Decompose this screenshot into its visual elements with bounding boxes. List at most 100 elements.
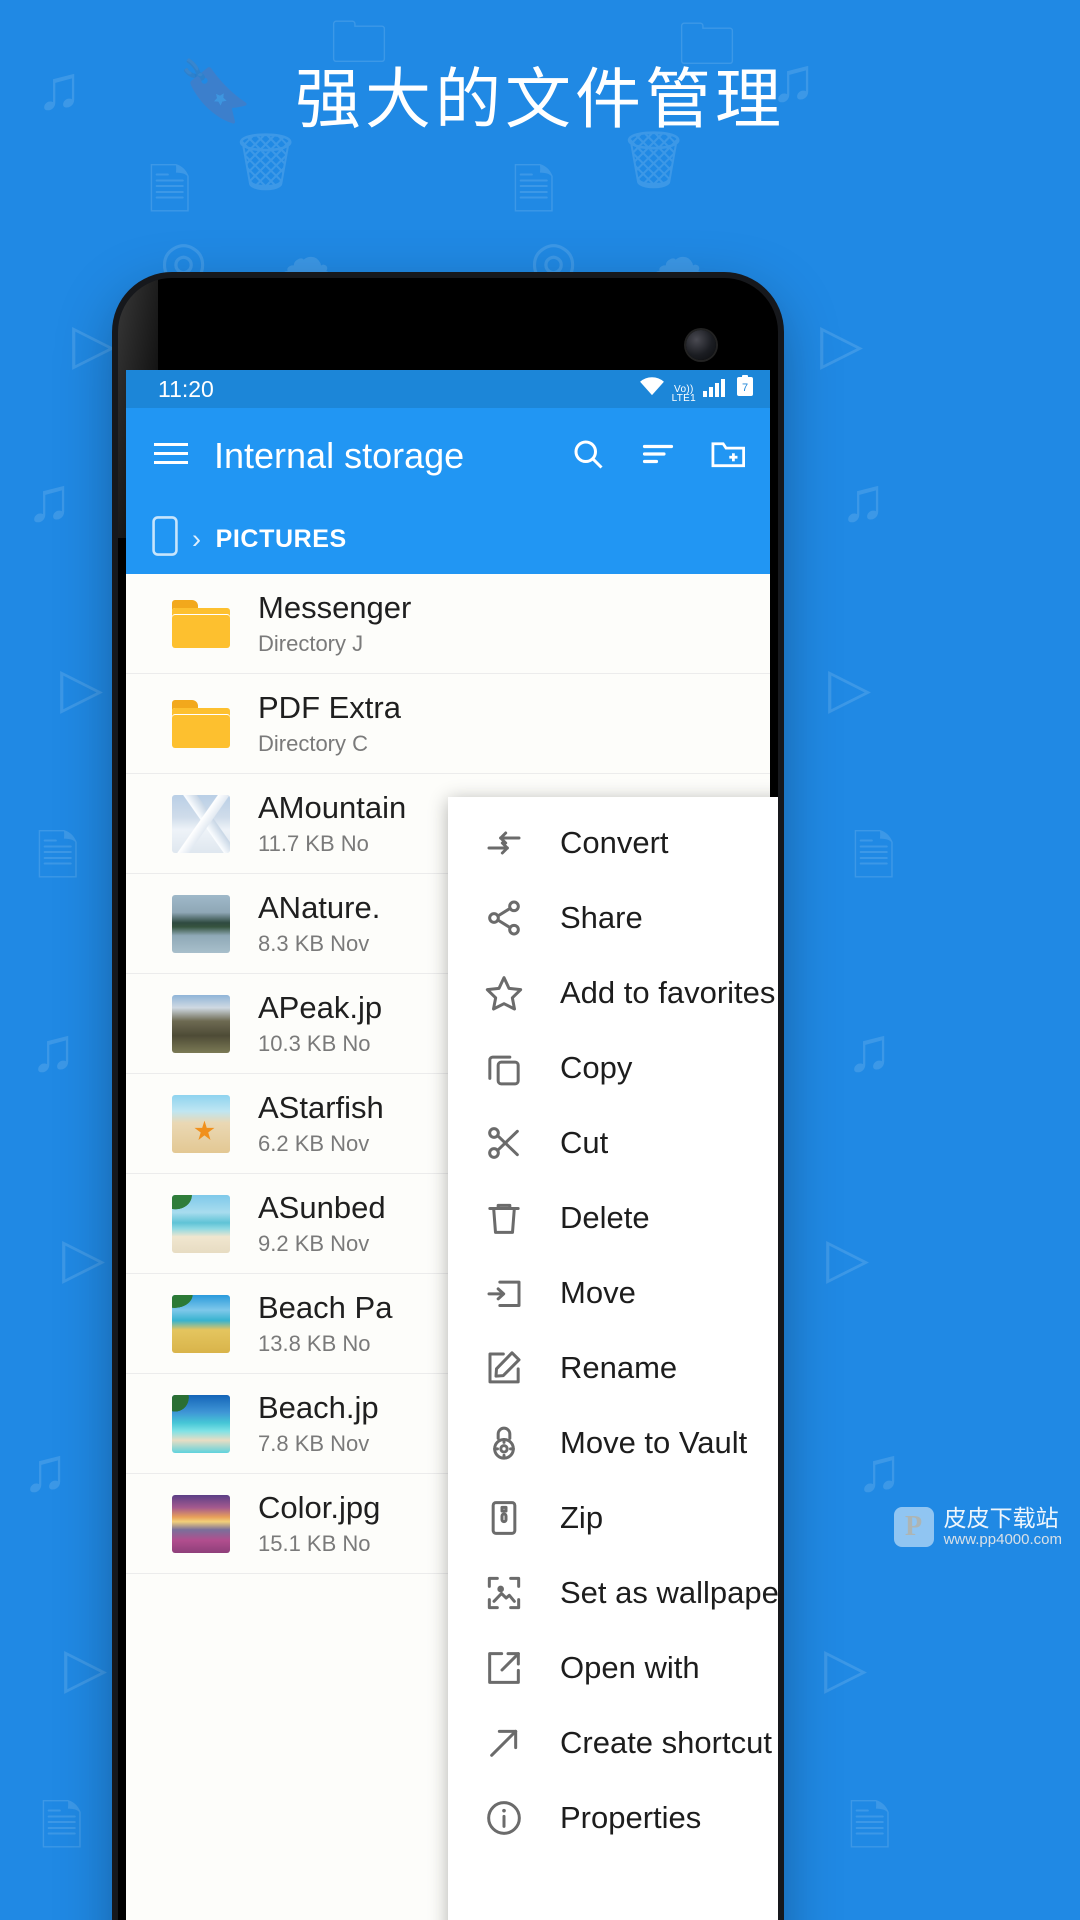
- app-bar-actions: [570, 436, 748, 477]
- menu-item-label: Add to favorites: [560, 974, 776, 1010]
- file-row[interactable]: PDF Extra Directory C: [126, 674, 770, 774]
- breadcrumb[interactable]: › PICTURES: [126, 504, 770, 574]
- menu-item-label: Delete: [560, 1199, 650, 1235]
- file-info: Messenger Directory J: [258, 590, 411, 657]
- file-meta: 6.2 KB Nov: [258, 1130, 370, 1156]
- decor-doc-icon: 🗎: [512, 161, 556, 221]
- decor-doc-icon: 🗎: [852, 827, 896, 887]
- hamburger-menu-icon[interactable]: [152, 439, 190, 474]
- arrow-up-right-icon: [482, 1721, 526, 1765]
- menu-item-share[interactable]: Share: [448, 880, 778, 955]
- file-meta: 13.8 KB No: [258, 1330, 371, 1356]
- decor-music-icon: ♫: [840, 466, 887, 535]
- decor-doc-icon: 🗎: [848, 1797, 892, 1857]
- menu-item-convert[interactable]: Convert: [448, 805, 778, 880]
- image-thumbnail: [172, 894, 230, 953]
- decor-music-icon: ♫: [30, 1016, 77, 1085]
- menu-item-label: Copy: [560, 1049, 633, 1085]
- menu-item-label: Share: [560, 899, 643, 935]
- file-info: PDF Extra Directory C: [258, 690, 401, 757]
- info-circle-icon: [482, 1796, 526, 1840]
- status-bar: 11:20 Vo)) LTE1 7: [126, 370, 770, 408]
- context-menu[interactable]: Convert Share Add to favorites Copy Cut …: [448, 797, 778, 1920]
- menu-item-move[interactable]: Move: [448, 1255, 778, 1330]
- file-info: Color.jpg 15.1 KB No: [258, 1490, 380, 1557]
- volte-bottom: LTE1: [671, 393, 696, 404]
- decor-play-icon: ▷: [826, 1226, 870, 1289]
- menu-item-copy[interactable]: Copy: [448, 1030, 778, 1105]
- image-thumbnail: [172, 1494, 230, 1553]
- file-meta: Directory C: [258, 730, 369, 756]
- decor-doc-icon: 🗎: [36, 827, 80, 887]
- menu-item-label: Create shortcut: [560, 1724, 772, 1760]
- decor-music-icon: ♫: [846, 1016, 893, 1085]
- decor-doc-icon: 🗎: [40, 1797, 84, 1857]
- decor-trash-icon: 🗑: [230, 130, 302, 193]
- file-meta: 15.1 KB No: [258, 1530, 371, 1556]
- status-time: 11:20: [158, 375, 214, 402]
- file-meta: 10.3 KB No: [258, 1030, 371, 1056]
- decor-music-icon: ♫: [22, 1436, 69, 1505]
- watermark-text: 皮皮下载站 www.pp4000.com: [943, 1505, 1062, 1548]
- sort-icon[interactable]: [640, 436, 676, 477]
- watermark: P 皮皮下载站 www.pp4000.com: [893, 1505, 1062, 1548]
- file-meta: 9.2 KB Nov: [258, 1230, 370, 1256]
- file-name: Beach Pa: [258, 1290, 393, 1326]
- file-info: APeak.jp 10.3 KB No: [258, 990, 382, 1057]
- app-bar: Internal storage: [126, 408, 770, 504]
- file-name: AStarfish: [258, 1090, 384, 1126]
- scissors-icon: [482, 1121, 526, 1165]
- wifi-icon: [639, 376, 665, 403]
- decor-play-icon: ▷: [828, 656, 872, 719]
- file-info: Beach Pa 13.8 KB No: [258, 1290, 392, 1357]
- new-folder-icon[interactable]: [710, 437, 748, 476]
- menu-item-set-as-wallpaper[interactable]: Set as wallpaper: [448, 1555, 778, 1630]
- menu-item-rename[interactable]: Rename: [448, 1330, 778, 1405]
- copy-icon: [482, 1046, 526, 1090]
- file-meta: 11.7 KB No: [258, 830, 369, 856]
- menu-item-cut[interactable]: Cut: [448, 1105, 778, 1180]
- lock-vault-icon: [482, 1421, 526, 1465]
- trash-icon: [482, 1196, 526, 1240]
- file-meta: 8.3 KB Nov: [258, 930, 370, 956]
- file-info: AStarfish 6.2 KB Nov: [258, 1090, 384, 1157]
- menu-item-create-shortcut[interactable]: Create shortcut: [448, 1705, 778, 1780]
- menu-item-label: Rename: [560, 1349, 678, 1385]
- decor-play-icon: ▷: [64, 1636, 108, 1699]
- file-row[interactable]: Messenger Directory J: [126, 574, 770, 674]
- menu-item-add-to-favorites[interactable]: Add to favorites: [448, 955, 778, 1030]
- menu-item-zip[interactable]: Zip: [448, 1480, 778, 1555]
- menu-item-properties[interactable]: Properties: [448, 1780, 778, 1855]
- menu-item-label: Properties: [560, 1799, 702, 1835]
- pencil-edit-icon: [482, 1346, 526, 1390]
- image-thumbnail: [172, 1394, 230, 1453]
- image-thumbnail: [172, 994, 230, 1053]
- svg-text:7: 7: [742, 382, 748, 394]
- menu-item-label: Move: [560, 1274, 636, 1310]
- menu-item-label: Zip: [560, 1499, 604, 1535]
- search-icon[interactable]: [570, 436, 606, 477]
- file-name: ASunbed: [258, 1190, 386, 1226]
- watermark-title: 皮皮下载站: [943, 1505, 1059, 1532]
- menu-item-delete[interactable]: Delete: [448, 1180, 778, 1255]
- menu-item-move-to-vault[interactable]: Move to Vault: [448, 1405, 778, 1480]
- promo-title: 强大的文件管理: [295, 61, 785, 138]
- phone-icon[interactable]: [152, 515, 178, 563]
- decor-play-icon: ▷: [820, 312, 864, 375]
- decor-music-icon: ♫: [856, 1436, 903, 1505]
- decor-play-icon: ▷: [60, 656, 104, 719]
- breadcrumb-separator: ›: [192, 523, 202, 554]
- image-thumbnail: [172, 794, 230, 853]
- image-thumbnail: [172, 1294, 230, 1353]
- menu-item-label: Cut: [560, 1124, 609, 1160]
- menu-item-open-with[interactable]: Open with: [448, 1630, 778, 1705]
- breadcrumb-path[interactable]: PICTURES: [216, 525, 347, 554]
- front-camera-icon: [686, 330, 716, 360]
- decor-play-icon: ▷: [62, 1226, 106, 1289]
- file-name: AMountain: [258, 790, 407, 826]
- menu-item-label: Open with: [560, 1649, 700, 1685]
- file-info: Beach.jp 7.8 KB Nov: [258, 1390, 379, 1457]
- file-info: ANature. 8.3 KB Nov: [258, 890, 380, 957]
- zip-icon: [482, 1496, 526, 1540]
- watermark-logo: P: [893, 1507, 934, 1548]
